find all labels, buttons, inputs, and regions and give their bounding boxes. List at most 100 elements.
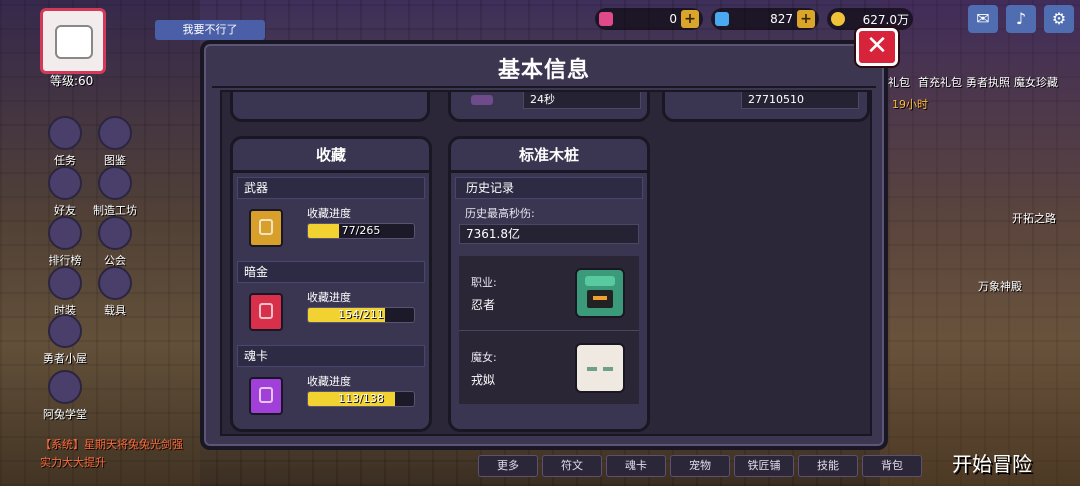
right-menu-giftpack[interactable]: 礼包 xyxy=(888,74,910,90)
friends-icon xyxy=(48,166,82,200)
menu-quest[interactable]: 任务 xyxy=(38,116,92,168)
fashion-icon xyxy=(48,266,82,300)
collection-panel: 收藏 武器 收藏进度 77/265 暗金 收藏进度 154/211 魂卡 收藏进… xyxy=(230,136,432,432)
time-stat: 24秒 xyxy=(523,92,641,109)
menu-hero-house[interactable]: 勇者小屋 xyxy=(38,314,92,366)
icon-mark xyxy=(259,219,273,235)
tab-more[interactable]: 更多 xyxy=(478,455,538,477)
item-thumbnail xyxy=(471,95,493,105)
icon-mark xyxy=(259,303,273,319)
class-row: 职业: 忍者 xyxy=(459,256,639,330)
resource-gold: 627.0万 xyxy=(827,8,913,30)
resource-value: 627.0万 xyxy=(862,12,909,27)
stats-panel-top-2: 24秒 xyxy=(448,92,650,122)
event-timer: 19小时 xyxy=(892,98,928,111)
school-icon xyxy=(48,370,82,404)
collection-progress-bar: 113/138 xyxy=(307,391,415,407)
right-menu-first-charge[interactable]: 首充礼包 xyxy=(918,74,962,90)
collection-progress-bar: 77/265 xyxy=(307,223,415,239)
right-menu-witch[interactable]: 魔女珍藏 xyxy=(1014,74,1058,90)
bottom-tab-bar: 更多 符文 魂卡 宠物 铁匠铺 技能 背包 xyxy=(478,455,922,477)
quest-icon xyxy=(48,116,82,150)
class-label: 职业: xyxy=(471,276,497,289)
training-dummy-panel: 标准木桩 历史记录 历史最高秒伤: 7361.8亿 职业: 忍者 魔女: 戎姒 xyxy=(448,136,650,432)
tab-runes[interactable]: 符文 xyxy=(542,455,602,477)
collection-title: 收藏 xyxy=(233,139,429,173)
progress-label: 收藏进度 xyxy=(307,375,351,388)
right-menu-temple[interactable]: 万象神殿 xyxy=(978,278,1022,294)
number-stat: 27710510 xyxy=(741,92,859,109)
menu-fashion[interactable]: 时装 xyxy=(38,266,92,318)
chat-bubble[interactable]: 我要不行了 xyxy=(155,20,265,40)
witch-eye-right xyxy=(603,367,613,371)
ninja-portrait-icon[interactable] xyxy=(575,268,625,318)
witch-portrait-icon[interactable] xyxy=(575,343,625,393)
right-scene xyxy=(880,0,1080,486)
modal-scroll-area[interactable]: 24秒 27710510 收藏 武器 收藏进度 77/265 暗金 收藏进度 1… xyxy=(220,90,872,436)
tab-backpack[interactable]: 背包 xyxy=(862,455,922,477)
right-menu-license[interactable]: 勇者执照 xyxy=(966,74,1010,90)
mail-icon[interactable]: ✉ xyxy=(968,5,998,33)
tab-soul-cards[interactable]: 魂卡 xyxy=(606,455,666,477)
category-weapon: 武器 xyxy=(237,177,425,199)
tab-blacksmith[interactable]: 铁匠铺 xyxy=(734,455,794,477)
max-dps-value: 7361.8亿 xyxy=(459,224,639,244)
progress-label: 收藏进度 xyxy=(307,207,351,220)
class-value: 忍者 xyxy=(471,298,496,312)
start-adventure-button[interactable]: 开始冒险 xyxy=(952,448,1032,477)
add-diamond-button[interactable]: + xyxy=(797,10,815,28)
menu-school[interactable]: 阿兔学堂 xyxy=(38,370,92,422)
codex-icon xyxy=(98,116,132,150)
hero-house-icon xyxy=(48,314,82,348)
basic-info-modal: 基本信息 24秒 27710510 收藏 武器 收藏进度 77/265 暗金 收… xyxy=(200,40,888,450)
modal-title: 基本信息 xyxy=(497,58,590,83)
menu-label: 阿兔学堂 xyxy=(43,408,87,421)
collection-entry-weapon: 收藏进度 77/265 xyxy=(233,199,429,257)
stats-panel-top-1 xyxy=(230,92,430,122)
system-message: 【系统】星期天将兔兔光剑强 xyxy=(40,438,183,451)
right-menu-explore[interactable]: 开拓之路 xyxy=(1012,210,1056,226)
gold-coin-icon xyxy=(831,12,845,26)
tab-pets[interactable]: 宠物 xyxy=(670,455,730,477)
witch-label: 魔女: xyxy=(471,351,497,364)
menu-vehicle[interactable]: 载具 xyxy=(88,266,142,318)
ninja-hood xyxy=(585,276,615,286)
resource-value: 827 xyxy=(770,12,793,26)
title-divider xyxy=(212,86,876,88)
witch-value: 戎姒 xyxy=(471,373,496,387)
witch-eye-left xyxy=(587,367,597,371)
menu-codex[interactable]: 图鉴 xyxy=(88,116,142,168)
icon-mark xyxy=(259,387,273,403)
resource-value: 0 xyxy=(669,12,677,26)
menu-guild[interactable]: 公会 xyxy=(88,216,142,268)
ninja-eyes xyxy=(593,296,607,300)
player-avatar[interactable] xyxy=(40,8,106,74)
menu-workshop[interactable]: 制造工坊 xyxy=(88,166,142,218)
collection-progress-bar: 154/211 xyxy=(307,307,415,323)
dummy-title: 标准木桩 xyxy=(451,139,647,173)
close-button[interactable]: ✕ xyxy=(856,28,898,66)
add-pink-gem-button[interactable]: + xyxy=(681,10,699,28)
weapon-scroll-icon xyxy=(249,209,283,247)
resource-pink-gem: 0 + xyxy=(595,8,703,30)
vehicle-icon xyxy=(98,266,132,300)
resource-bar: 0 + 827 + 627.0万 xyxy=(595,8,913,30)
menu-friends[interactable]: 好友 xyxy=(38,166,92,218)
witch-row: 魔女: 戎姒 xyxy=(459,330,639,404)
guild-icon xyxy=(98,216,132,250)
progress-text: 113/138 xyxy=(338,392,384,405)
category-soul-card: 魂卡 xyxy=(237,345,425,367)
workshop-icon xyxy=(98,166,132,200)
menu-label: 载具 xyxy=(104,304,126,317)
gear-icon[interactable]: ⚙ xyxy=(1044,5,1074,33)
progress-text: 154/211 xyxy=(338,308,384,321)
menu-label: 勇者小屋 xyxy=(43,352,87,365)
system-message-line2: 实力大大提升 xyxy=(40,456,106,469)
progress-label: 收藏进度 xyxy=(307,291,351,304)
menu-ranking[interactable]: 排行榜 xyxy=(38,216,92,268)
character-info-box: 职业: 忍者 魔女: 戎姒 xyxy=(459,256,639,404)
ranking-icon xyxy=(48,216,82,250)
dark-gold-icon xyxy=(249,293,283,331)
tab-skills[interactable]: 技能 xyxy=(798,455,858,477)
volume-icon[interactable]: ♪ xyxy=(1006,5,1036,33)
